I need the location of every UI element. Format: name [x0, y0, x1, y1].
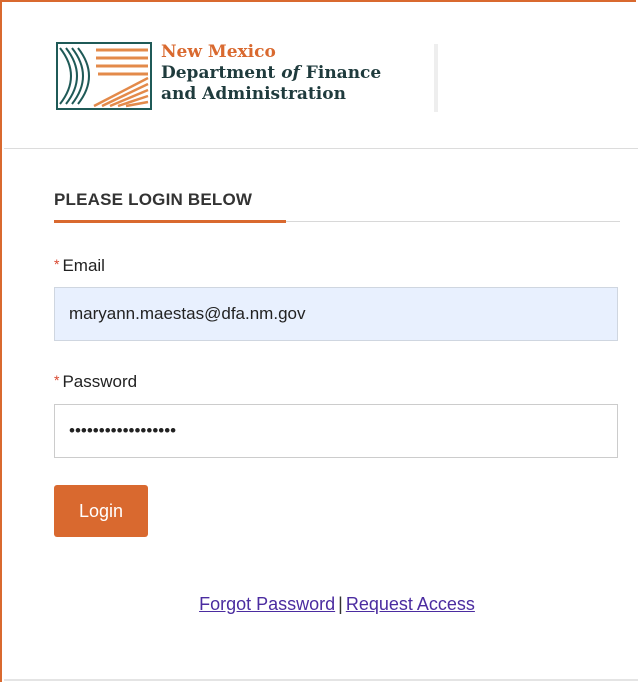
agency-name-line1: New Mexico: [161, 42, 276, 62]
section-title-underline: [54, 220, 286, 223]
agency-name-line3: and Administration: [161, 84, 346, 104]
forgot-password-link[interactable]: Forgot Password: [199, 594, 335, 614]
bottom-divider: [4, 679, 638, 681]
email-field[interactable]: [54, 287, 618, 341]
header: New Mexico Department of Finance and Adm…: [4, 4, 638, 149]
required-marker: *: [54, 372, 60, 388]
link-separator: |: [338, 594, 343, 614]
password-label: * Password: [54, 372, 138, 391]
section-title-text: PLEASE LOGIN BELOW: [54, 190, 253, 209]
agency-name-line2: Department of Finance: [161, 63, 382, 83]
request-access-link[interactable]: Request Access: [346, 594, 475, 614]
agency-name: New Mexico Department of Finance and Adm…: [161, 42, 381, 105]
email-label: * Email: [54, 256, 105, 275]
password-field[interactable]: [54, 404, 618, 458]
header-divider: [434, 44, 438, 112]
login-button[interactable]: Login: [54, 485, 148, 537]
nm-dfa-logo-icon: [56, 42, 152, 110]
section-title: PLEASE LOGIN BELOW: [54, 178, 620, 223]
required-marker: *: [54, 256, 60, 272]
login-form: PLEASE LOGIN BELOW *Email *Password Logi…: [54, 178, 620, 614]
login-page: New Mexico Department of Finance and Adm…: [0, 0, 638, 682]
footer-links: Forgot Password | Request Access: [54, 594, 620, 615]
